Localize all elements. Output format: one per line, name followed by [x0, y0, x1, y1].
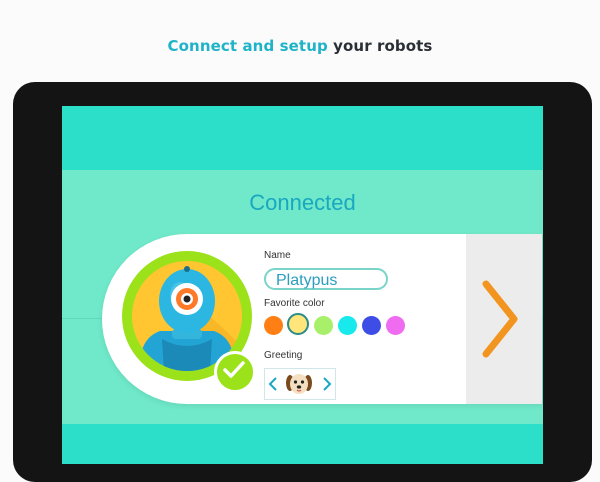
name-label: Name: [264, 250, 291, 261]
color-swatch-pink[interactable]: [386, 316, 405, 335]
next-button[interactable]: [466, 234, 542, 404]
greeting-label: Greeting: [264, 350, 303, 361]
color-swatch-orange[interactable]: [264, 316, 283, 335]
headline-accent: Connect and setup: [167, 37, 328, 55]
color-swatch-green[interactable]: [314, 316, 333, 335]
chevron-left-icon[interactable]: [268, 377, 278, 391]
greeting-selector: [264, 368, 336, 400]
connection-status: Connected: [249, 190, 356, 215]
color-swatch-blue[interactable]: [362, 316, 381, 335]
bottom-bar: [62, 424, 543, 464]
connected-check-badge: [214, 351, 256, 393]
robot-card: Name Platypus Favorite color Greeting: [102, 234, 542, 404]
dog-face-icon: [286, 374, 312, 394]
robot-name-input[interactable]: Platypus: [264, 268, 388, 290]
top-bar: [62, 106, 543, 170]
chevron-right-small-icon[interactable]: [322, 377, 332, 391]
color-swatch-yellow[interactable]: [287, 313, 309, 335]
color-swatch-cyan[interactable]: [338, 316, 357, 335]
favorite-color-label: Favorite color: [264, 298, 325, 309]
headline: Connect and setup your robots: [0, 37, 600, 55]
app-screen: Connected Name Platypus Favorite color G…: [62, 106, 543, 464]
chevron-right-icon: [482, 280, 518, 358]
headline-rest: your robots: [333, 37, 433, 55]
checkmark-icon: [223, 361, 245, 378]
